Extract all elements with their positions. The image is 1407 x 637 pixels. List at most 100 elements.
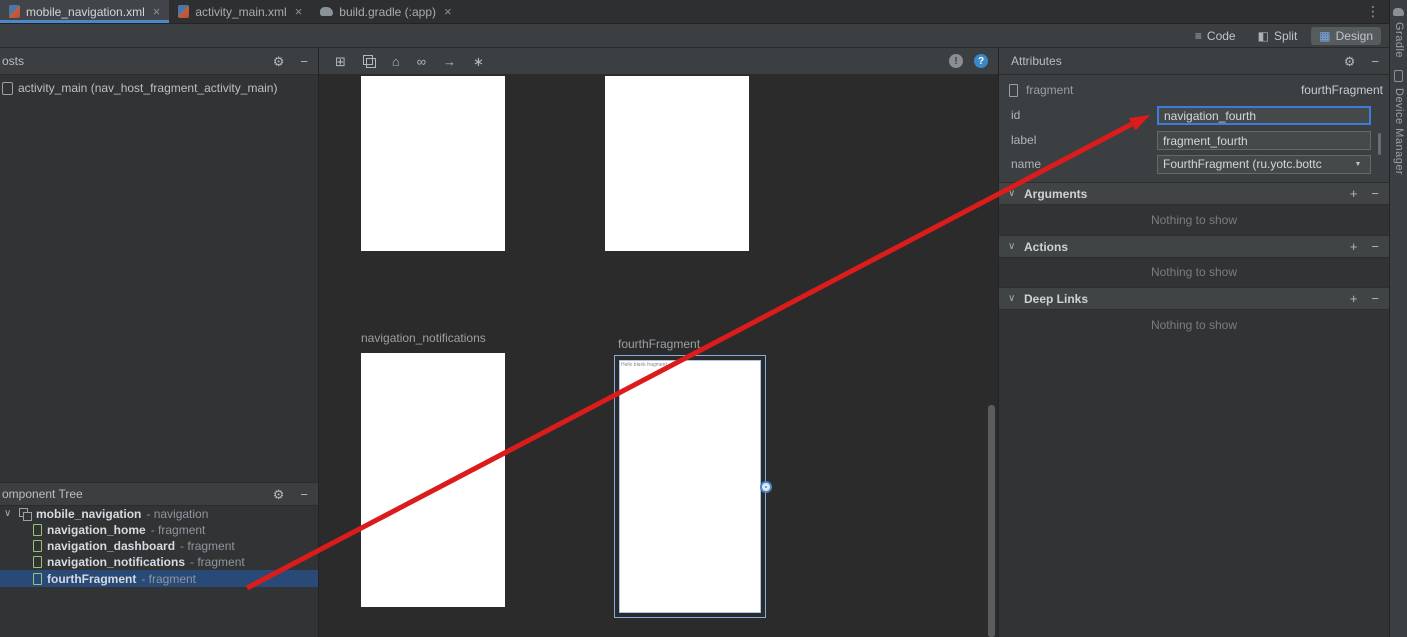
- gradle-icon[interactable]: [1393, 8, 1404, 16]
- tab-activity-main-xml[interactable]: activity_main.xml ×: [169, 0, 311, 23]
- canvas-toolbar: ⊞ ⌂ ∞ → ∗ ! ?: [319, 48, 998, 75]
- right-tool-strip: Gradle Device Manager: [1389, 0, 1407, 637]
- section-actions: + −: [1350, 292, 1379, 305]
- fragment-icon: [33, 540, 42, 552]
- tab-mobile-navigation-xml[interactable]: mobile_navigation.xml ×: [0, 0, 169, 23]
- tree-item-name: navigation_notifications: [47, 554, 185, 570]
- chevron-down-icon[interactable]: ∨: [1008, 188, 1018, 199]
- component-tree: ∨ mobile_navigation - navigation navigat…: [0, 506, 318, 587]
- xml-file-icon: [178, 5, 189, 18]
- add-action-icon[interactable]: +: [1350, 240, 1358, 253]
- design-canvas[interactable]: ⊞ ⌂ ∞ → ∗ ! ? navigation_notifications f…: [319, 48, 998, 637]
- name-attribute-row: name FourthFragment (ru.yotc.bottc ▼: [999, 155, 1389, 175]
- close-icon[interactable]: ×: [293, 5, 303, 18]
- arguments-empty-text: Nothing to show: [999, 205, 1389, 235]
- device-manager-tool-button[interactable]: Device Manager: [1393, 88, 1405, 175]
- canvas-scrollbar[interactable]: [988, 405, 995, 637]
- deep-links-section-title: Deep Links: [1024, 292, 1088, 306]
- auto-arrange-icon[interactable]: ∗: [473, 55, 484, 68]
- fragment-preview-notifications[interactable]: [361, 353, 505, 607]
- chevron-down-icon[interactable]: ∨: [1008, 293, 1018, 304]
- tree-item-fourthfragment[interactable]: fourthFragment - fragment: [0, 570, 318, 587]
- tree-item-type: - fragment: [141, 571, 196, 587]
- actions-section-header[interactable]: ∨ Actions + −: [999, 235, 1389, 258]
- fragment-preview-home[interactable]: [361, 76, 505, 251]
- hide-panel-icon[interactable]: −: [300, 55, 308, 68]
- tree-item-type: - fragment: [180, 538, 235, 554]
- editor-tab-bar: mobile_navigation.xml × activity_main.xm…: [0, 0, 1407, 24]
- code-icon: ≡: [1195, 29, 1202, 43]
- tab-build-gradle[interactable]: build.gradle (:app) ×: [311, 0, 460, 23]
- help-icon[interactable]: ?: [974, 54, 988, 68]
- deep-links-section-header[interactable]: ∨ Deep Links + −: [999, 287, 1389, 310]
- remove-argument-icon[interactable]: −: [1371, 187, 1379, 200]
- label-label: label: [1011, 131, 1036, 150]
- arguments-section-title: Arguments: [1024, 187, 1087, 201]
- code-mode-button[interactable]: ≡ Code: [1187, 27, 1244, 45]
- expand-icon[interactable]: ∨: [4, 506, 14, 522]
- attributes-scrollbar[interactable]: [1378, 133, 1381, 155]
- tree-item-navigation-home[interactable]: navigation_home - fragment: [0, 522, 318, 538]
- hide-panel-icon[interactable]: −: [300, 488, 308, 501]
- dropdown-arrow-icon[interactable]: ▼: [1351, 161, 1365, 168]
- destination-label-notifications: navigation_notifications: [361, 331, 486, 345]
- tab-label: build.gradle (:app): [339, 5, 436, 19]
- chevron-down-icon[interactable]: ∨: [1008, 241, 1018, 252]
- design-mode-button[interactable]: ▦ Design: [1311, 27, 1381, 45]
- home-icon[interactable]: ⌂: [392, 55, 400, 68]
- gradle-file-icon: [320, 7, 333, 16]
- gear-icon[interactable]: ⚙: [273, 488, 285, 501]
- attributes-panel: Attributes ⚙ − fragment fourthFragment i…: [998, 48, 1389, 637]
- id-input[interactable]: [1157, 106, 1371, 125]
- action-handle[interactable]: [760, 481, 772, 493]
- arguments-section-header[interactable]: ∨ Arguments + −: [999, 182, 1389, 205]
- gradle-tool-button[interactable]: Gradle: [1393, 22, 1405, 58]
- more-options-icon[interactable]: ⋮: [1366, 3, 1380, 20]
- close-icon[interactable]: ×: [442, 5, 452, 18]
- split-mode-button[interactable]: ◧ Split: [1250, 27, 1306, 45]
- warning-icon[interactable]: !: [949, 54, 963, 68]
- tree-item-name: navigation_dashboard: [47, 538, 175, 554]
- action-arrow-icon[interactable]: →: [443, 55, 456, 68]
- view-mode-group: ≡ Code ◧ Split ▦ Design: [1187, 24, 1381, 48]
- add-destination-icon[interactable]: ⊞: [335, 55, 346, 68]
- code-mode-label: Code: [1207, 29, 1236, 43]
- link-icon[interactable]: ∞: [417, 55, 426, 68]
- destination-label-fourth: fourthFragment: [618, 337, 700, 351]
- tab-label: activity_main.xml: [195, 5, 286, 19]
- label-input[interactable]: [1157, 131, 1371, 150]
- design-icon: ▦: [1319, 29, 1330, 43]
- gear-icon[interactable]: ⚙: [1344, 55, 1356, 68]
- attributes-panel-background: [999, 340, 1389, 637]
- section-actions: + −: [1350, 187, 1379, 200]
- fragment-icon: [33, 524, 42, 536]
- hosts-item-label: activity_main (nav_host_fragment_activit…: [18, 81, 277, 95]
- tab-label: mobile_navigation.xml: [26, 5, 145, 19]
- actions-section-title: Actions: [1024, 240, 1068, 254]
- component-type: fragment: [1026, 83, 1073, 97]
- hide-panel-icon[interactable]: −: [1371, 55, 1379, 68]
- close-icon[interactable]: ×: [151, 5, 161, 18]
- fragment-icon: [1009, 84, 1018, 97]
- remove-action-icon[interactable]: −: [1371, 240, 1379, 253]
- device-manager-icon[interactable]: [1394, 70, 1403, 82]
- actions-empty-text: Nothing to show: [999, 258, 1389, 287]
- add-deep-link-icon[interactable]: +: [1350, 292, 1358, 305]
- fragment-preview-surface: Hello blank fragment: [619, 360, 761, 613]
- fragment-preview-fourth-selected[interactable]: Hello blank fragment: [614, 355, 766, 618]
- deep-links-empty-text: Nothing to show: [999, 310, 1389, 340]
- component-tree-header: omponent Tree ⚙ −: [0, 482, 318, 506]
- nested-graph-icon[interactable]: [363, 55, 375, 67]
- id-label: id: [1011, 106, 1020, 125]
- gear-icon[interactable]: ⚙: [273, 55, 285, 68]
- tree-item-navigation-notifications[interactable]: navigation_notifications - fragment: [0, 554, 318, 570]
- tree-item-navigation-dashboard[interactable]: navigation_dashboard - fragment: [0, 538, 318, 554]
- tree-item-mobile-navigation[interactable]: ∨ mobile_navigation - navigation: [0, 506, 318, 522]
- remove-deep-link-icon[interactable]: −: [1371, 292, 1379, 305]
- tree-item-type: - fragment: [151, 522, 206, 538]
- add-argument-icon[interactable]: +: [1350, 187, 1358, 200]
- name-dropdown[interactable]: FourthFragment (ru.yotc.bottc ▼: [1157, 155, 1371, 174]
- fragment-preview-text: Hello blank fragment: [620, 361, 760, 368]
- fragment-preview-dashboard[interactable]: [605, 76, 749, 251]
- hosts-item-activity-main[interactable]: activity_main (nav_host_fragment_activit…: [2, 81, 277, 95]
